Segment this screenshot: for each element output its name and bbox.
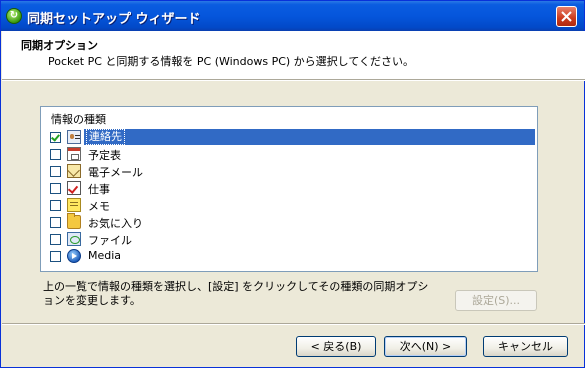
help-text: 上の一覧で情報の種類を選択し、[設定] をクリックしてその種類の同期オプションを… (43, 280, 429, 307)
tasks-icon (67, 181, 81, 195)
close-button[interactable] (556, 6, 577, 27)
window-title: 同期セットアップ ウィザード (27, 12, 201, 27)
item-checkbox[interactable] (50, 200, 61, 211)
footer-divider (2, 323, 585, 325)
notes-icon (67, 198, 81, 212)
mail-icon (67, 164, 81, 178)
item-checkbox[interactable] (50, 149, 61, 160)
settings-button[interactable]: 設定(S)... (455, 290, 537, 311)
back-button[interactable]: < 戻る(B) (296, 336, 376, 357)
info-type-list: 情報の種類 連絡先予定表電子メール仕事メモお気に入りファイル Media (40, 106, 538, 272)
item-label: ファイル (88, 234, 132, 247)
list-item[interactable]: ファイル (43, 231, 535, 248)
item-label: Media (88, 249, 122, 262)
close-icon (561, 11, 572, 22)
item-label: 電子メール (88, 166, 143, 179)
list-item[interactable]: メモ (43, 197, 535, 214)
item-checkbox[interactable] (50, 166, 61, 177)
list-item[interactable]: 予定表 (43, 146, 535, 163)
list-item[interactable]: 仕事 (43, 180, 535, 197)
list-item[interactable]: 連絡先 (43, 129, 535, 146)
item-label: お気に入り (88, 217, 143, 230)
page-title: 同期オプション (21, 39, 98, 52)
page-description: Pocket PC と同期する情報を PC (Windows PC) から選択し… (48, 55, 415, 68)
sync-app-icon: ↻ (6, 8, 22, 24)
item-checkbox[interactable] (50, 217, 61, 228)
calendar-icon (67, 147, 81, 161)
item-label: メモ (88, 200, 110, 213)
info-type-items: 連絡先予定表電子メール仕事メモお気に入りファイル Media (43, 129, 535, 265)
wizard-header: 同期オプション Pocket PC と同期する情報を PC (Windows P… (2, 31, 585, 79)
item-checkbox[interactable] (50, 183, 61, 194)
list-item[interactable]: Media (43, 248, 535, 265)
selection-highlight (84, 129, 535, 145)
item-checkbox[interactable] (50, 132, 61, 143)
item-label: 仕事 (88, 183, 110, 196)
title-bar[interactable]: ↻ 同期セットアップ ウィザード (1, 1, 584, 31)
item-checkbox[interactable] (50, 234, 61, 245)
wizard-window: ↻ 同期セットアップ ウィザード 同期オプション Pocket PC と同期する… (0, 0, 585, 368)
contacts-icon (67, 130, 81, 144)
item-checkbox[interactable] (50, 251, 61, 262)
cancel-button[interactable]: キャンセル (483, 336, 568, 357)
favorites-icon (67, 213, 81, 229)
files-icon (67, 232, 81, 246)
media-icon (67, 249, 81, 263)
list-item[interactable]: 電子メール (43, 163, 535, 180)
info-type-list-label: 情報の種類 (51, 113, 106, 126)
item-label: 連絡先 (86, 129, 125, 145)
item-label: 予定表 (88, 149, 121, 162)
next-button[interactable]: 次へ(N) > (384, 336, 467, 357)
header-divider (2, 79, 585, 81)
list-item[interactable]: お気に入り (43, 213, 535, 231)
